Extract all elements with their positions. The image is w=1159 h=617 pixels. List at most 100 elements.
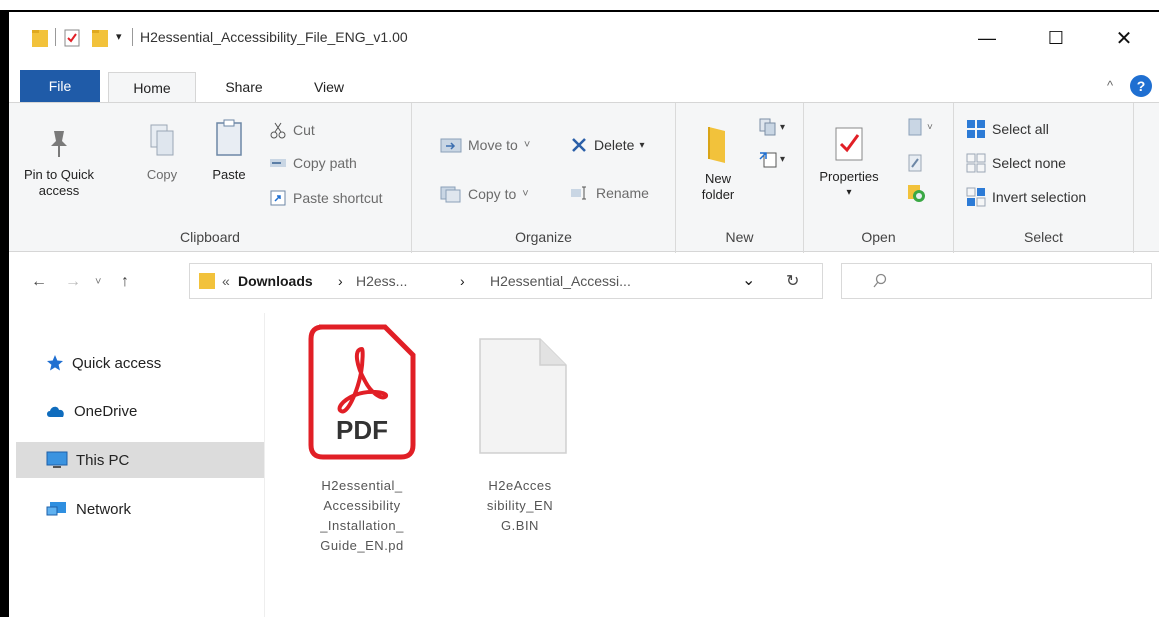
pdf-file-icon: PDF [308, 324, 416, 460]
copy-to-label: Copy to [468, 186, 517, 202]
customize-toolbar-icon[interactable]: ▾ [116, 30, 122, 43]
copy-button[interactable]: Copy [137, 121, 187, 183]
up-arrow-icon[interactable]: ↑ [121, 273, 129, 291]
select-none-button[interactable]: Select none [966, 153, 1066, 173]
move-to-dropdown-icon: ˅ [523, 139, 531, 151]
file-item-bin[interactable]: H2eAcces sibility_EN G.BIN [450, 323, 590, 536]
cut-label: Cut [293, 122, 315, 138]
search-icon [873, 273, 887, 288]
open-dropdown-icon: ˅ [927, 121, 933, 133]
monitor-icon [46, 451, 68, 468]
sidebar-item-label: This PC [76, 451, 130, 469]
new-item-button[interactable]: ▾ [758, 117, 785, 137]
breadcrumb-current-folder[interactable]: H2essential_Accessi... [490, 273, 631, 289]
star-icon [47, 355, 63, 371]
tab-home[interactable]: Home [108, 72, 196, 102]
back-arrow-icon[interactable]: ← [31, 273, 47, 291]
history-icon [908, 185, 925, 202]
select-all-button[interactable]: Select all [966, 119, 1049, 139]
file-name: H2essential_ Accessibility _Installation… [292, 476, 432, 556]
easy-access-dropdown-icon: ▾ [780, 153, 786, 165]
help-icon[interactable]: ? [1130, 75, 1152, 97]
select-none-icon [966, 153, 986, 173]
new-folder-icon-large [708, 127, 725, 163]
tab-share[interactable]: Share [209, 72, 279, 102]
file-name-line: H2essential_ [321, 478, 403, 493]
rename-button[interactable]: Rename [570, 185, 649, 201]
navigation-pane: Quick access OneDrive This PC Network [9, 313, 265, 617]
sidebar-item-network[interactable]: Network [16, 491, 264, 527]
properties-check-icon[interactable] [63, 27, 81, 49]
network-icon [46, 502, 66, 516]
sidebar-item-onedrive[interactable]: OneDrive [16, 393, 264, 429]
close-button[interactable]: ✕ [1104, 24, 1144, 52]
breadcrumb-downloads[interactable]: Downloads [238, 273, 313, 289]
breadcrumb-separator-icon[interactable]: › [338, 273, 343, 289]
properties-button[interactable]: Properties ▾ [809, 125, 889, 201]
copy-icon [150, 124, 174, 156]
cut-button[interactable]: Cut [269, 121, 315, 139]
address-bar[interactable]: « Downloads › H2ess... › H2essential_Acc… [189, 263, 823, 299]
properties-label: Properties [819, 169, 879, 184]
forward-arrow-icon[interactable]: → [65, 273, 81, 291]
tab-view[interactable]: View [294, 72, 364, 102]
delete-button[interactable]: Delete ▾ [570, 136, 645, 154]
copy-path-button[interactable]: Copy path [269, 155, 357, 171]
organize-group-label: Organize [515, 229, 572, 245]
delete-label: Delete [594, 137, 635, 153]
window-title: H2essential_Accessibility_File_ENG_v1.00 [140, 29, 408, 45]
copy-to-button[interactable]: Copy to ˅ [440, 185, 529, 203]
address-dropdown-icon[interactable]: ⌄ [742, 270, 755, 290]
invert-selection-button[interactable]: Invert selection [966, 187, 1086, 207]
paste-shortcut-button[interactable]: Paste shortcut [269, 189, 383, 207]
refresh-icon[interactable]: ↻ [786, 271, 799, 291]
select-all-label: Select all [992, 121, 1049, 137]
select-group-label: Select [1024, 229, 1063, 245]
file-name-line: Accessibility [323, 498, 401, 513]
breadcrumb-h2ess[interactable]: H2ess... [356, 273, 407, 289]
sidebar-item-label: Network [76, 500, 132, 518]
select-none-label: Select none [992, 155, 1066, 171]
breadcrumb-separator-icon[interactable]: › [460, 273, 465, 289]
ribbon-tabs: File Home Share View ^ ? [9, 66, 1159, 102]
tab-file[interactable]: File [20, 70, 100, 102]
search-input[interactable] [841, 263, 1152, 299]
file-name-line: sibility_EN [486, 498, 554, 513]
invert-selection-label: Invert selection [992, 189, 1087, 205]
move-to-label: Move to [468, 137, 518, 153]
new-group-label: New [725, 229, 754, 245]
sidebar-item-quick-access[interactable]: Quick access [16, 345, 264, 381]
title-bar: ▾ H2essential_Accessibility_File_ENG_v1.… [9, 12, 1159, 64]
file-name-line: H2eAcces [488, 478, 552, 493]
file-name-line: Guide_EN.pd [320, 538, 404, 553]
open-button[interactable]: ˅ [906, 117, 933, 137]
move-to-button[interactable]: Move to ˅ [440, 136, 530, 154]
file-name: H2eAcces sibility_EN G.BIN [450, 476, 590, 536]
cloud-icon [47, 406, 64, 417]
breadcrumb-overflow-icon[interactable]: « [222, 273, 230, 289]
file-list: PDF H2essential_ Accessibility _Installa… [266, 313, 1159, 617]
open-icon [908, 118, 922, 136]
organize-group: Move to ˅ Copy to ˅ Delete ▾ Rename Orga… [412, 103, 676, 253]
pin-to-quick-access-button[interactable]: Pin to Quick access [19, 125, 99, 199]
folder-icon[interactable] [31, 27, 49, 49]
new-folder-button[interactable]: New folder [690, 123, 746, 203]
toolbar-divider [55, 28, 56, 46]
edit-button[interactable] [906, 153, 924, 173]
new-folder-icon[interactable] [91, 27, 109, 49]
sidebar-item-label: Quick access [72, 354, 162, 372]
file-item-pdf[interactable]: PDF H2essential_ Accessibility _Installa… [292, 323, 432, 556]
copy-to-icon [440, 186, 461, 203]
history-button[interactable] [906, 183, 926, 203]
paste-button[interactable]: Paste [203, 117, 255, 183]
minimize-button[interactable]: — [967, 24, 1007, 52]
collapse-ribbon-icon[interactable]: ^ [1107, 78, 1113, 93]
recent-locations-chevron-icon[interactable]: ˅ [95, 276, 101, 288]
properties-icon [835, 127, 863, 161]
file-explorer-window: ▾ H2essential_Accessibility_File_ENG_v1.… [0, 10, 1159, 617]
sidebar-item-this-pc[interactable]: This PC [16, 442, 264, 478]
pdf-badge-label: PDF [336, 415, 388, 445]
maximize-button[interactable]: ☐ [1036, 24, 1076, 52]
clipboard-group: Pin to Quick access Copy Paste Cut Copy … [9, 103, 412, 253]
easy-access-button[interactable]: ▾ [758, 149, 785, 169]
